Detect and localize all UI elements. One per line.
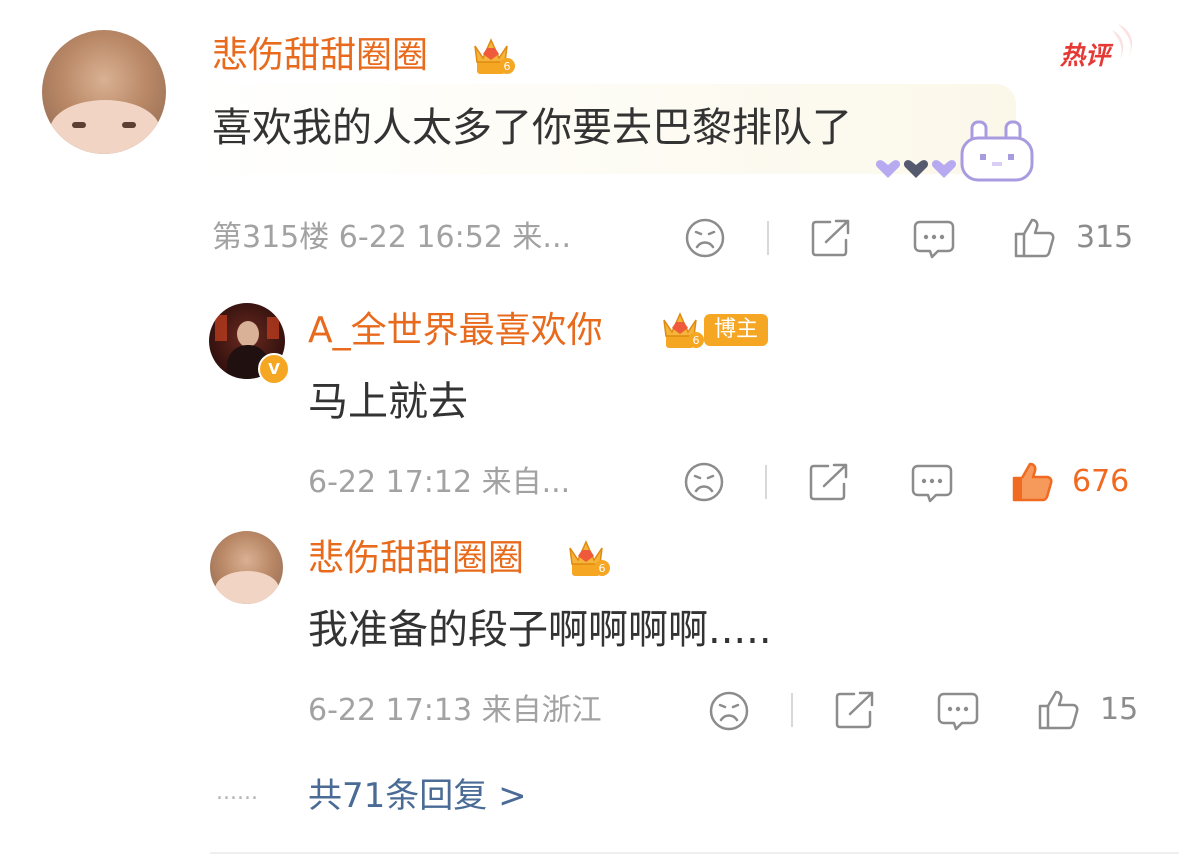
crown-badge-icon: 6	[471, 36, 517, 78]
thumbs-up-icon[interactable]	[1036, 688, 1080, 732]
verified-badge-label: V	[268, 360, 280, 378]
reply-meta: 6-22 17:12 来自...	[308, 465, 571, 500]
more-replies-link[interactable]: 共71条回复 >	[308, 774, 527, 818]
comment-text[interactable]: 喜欢我的人太多了你要去巴黎排队了	[212, 100, 852, 156]
crown-badge-icon: 6	[660, 310, 706, 352]
more-replies-dots: ......	[216, 780, 258, 805]
username[interactable]: A_全世界最喜欢你	[308, 309, 603, 353]
author-tag: 博主	[704, 314, 769, 346]
hot-comment-badge: 热评	[1058, 22, 1138, 70]
reply-text[interactable]: 马上就去	[308, 376, 468, 428]
share-icon[interactable]	[834, 690, 876, 730]
bunny-sticker-icon	[958, 118, 1036, 184]
like-count: 315	[1076, 220, 1134, 255]
thumbs-up-icon[interactable]	[1012, 216, 1056, 260]
crown-badge-icon: 6	[566, 538, 612, 580]
comment-icon[interactable]	[936, 690, 980, 732]
thumbs-up-filled-icon[interactable]	[1010, 460, 1054, 504]
like-count: 676	[1072, 464, 1130, 499]
sad-face-icon[interactable]	[684, 217, 726, 259]
author-tag-label: 博主	[714, 317, 759, 342]
comment-icon[interactable]	[912, 218, 956, 260]
svg-text:6: 6	[599, 562, 606, 575]
comment-meta: 第315楼 6-22 16:52 来...	[212, 220, 572, 255]
divider	[767, 221, 769, 255]
sad-face-icon[interactable]	[708, 690, 750, 732]
hot-comment-label: 热评	[1060, 41, 1111, 70]
avatar[interactable]	[42, 30, 166, 154]
sad-face-icon[interactable]	[683, 461, 725, 503]
username[interactable]: 悲伤甜甜圈圈	[212, 34, 428, 78]
share-icon[interactable]	[808, 462, 850, 502]
comment-icon[interactable]	[910, 462, 954, 504]
like-count: 15	[1100, 692, 1139, 727]
verified-badge: V	[258, 353, 290, 385]
svg-text:6: 6	[693, 334, 700, 347]
hearts-sticker-icon	[874, 158, 960, 180]
reply-meta: 6-22 17:13 来自浙江	[308, 693, 602, 728]
avatar[interactable]	[210, 531, 283, 604]
username[interactable]: 悲伤甜甜圈圈	[308, 537, 524, 581]
reply-text[interactable]: 我准备的段子啊啊啊啊.....	[308, 604, 772, 656]
divider	[765, 465, 767, 499]
bottom-divider	[210, 852, 1179, 854]
share-icon[interactable]	[810, 218, 852, 258]
divider	[791, 693, 793, 727]
svg-text:6: 6	[504, 60, 511, 73]
